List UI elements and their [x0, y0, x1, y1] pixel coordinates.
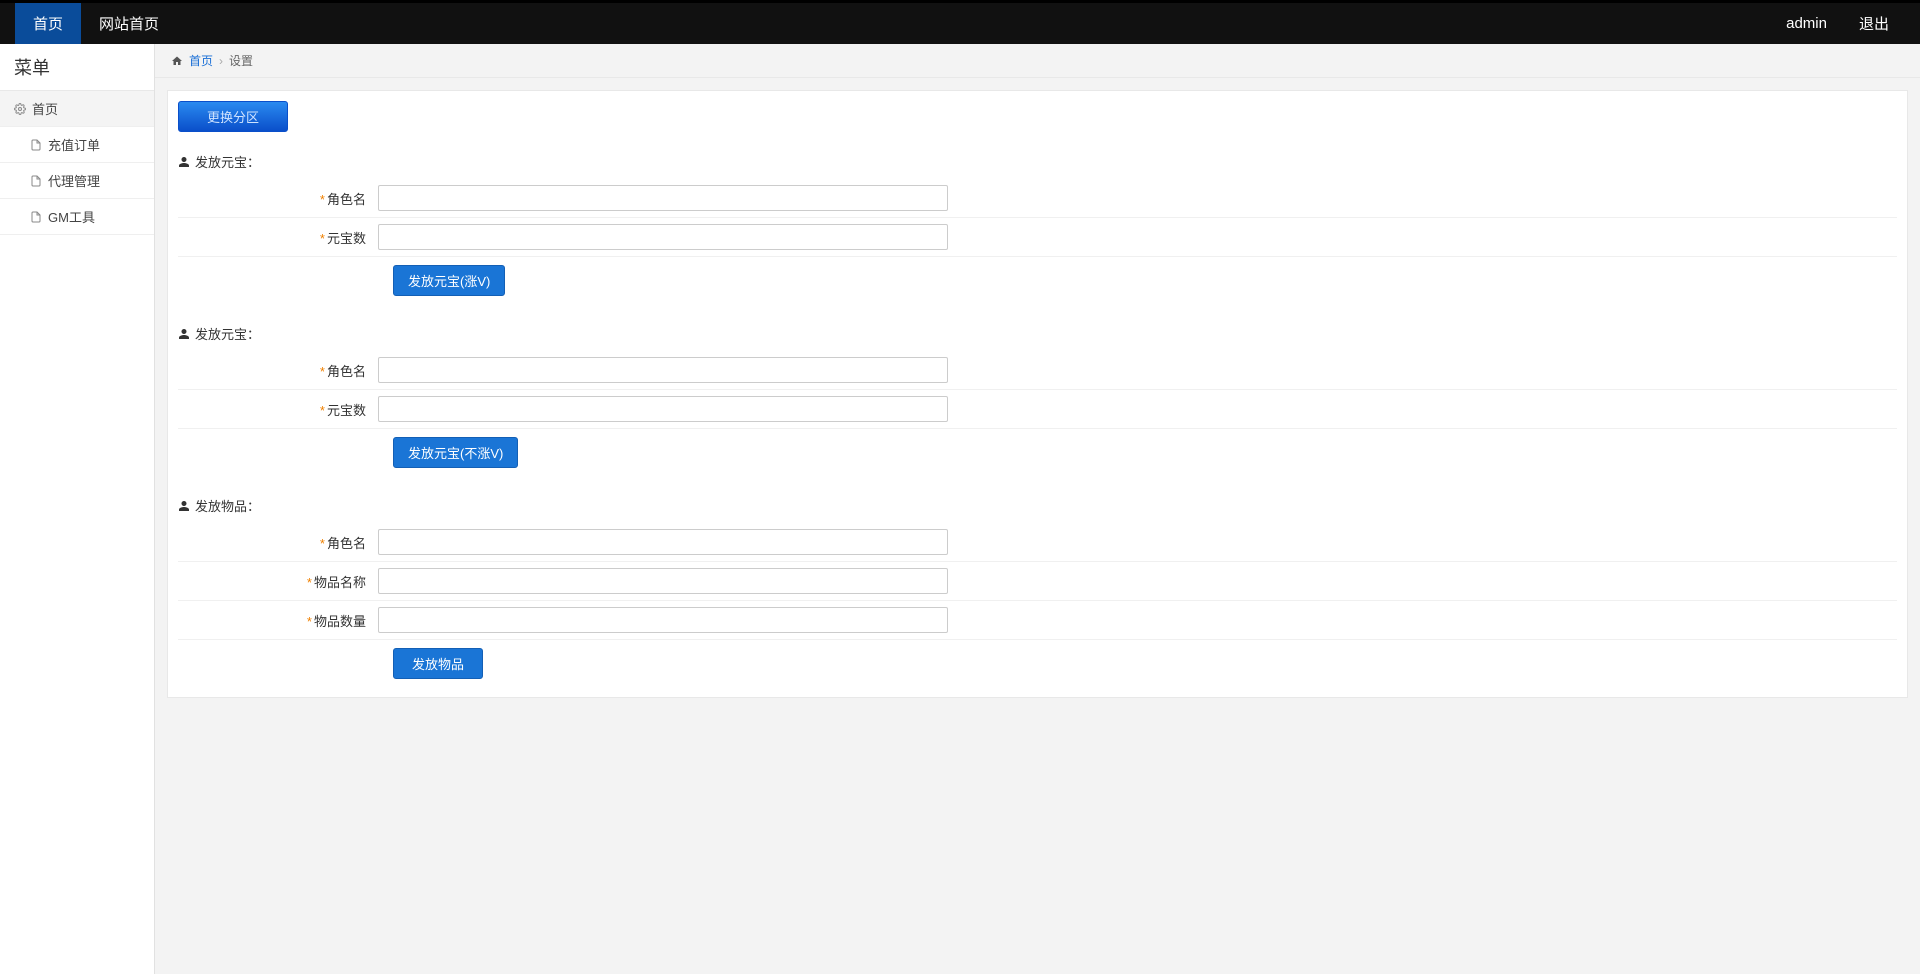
gear-icon [14, 103, 26, 115]
sidebar: 菜单 首页 充值订单 代理管理 GM工具 [0, 44, 155, 974]
action-row: 发放元宝(不涨V) [178, 429, 1897, 476]
section-title: 发放元宝： [178, 324, 1897, 343]
topbar: 首页 网站首页 admin 退出 [0, 0, 1920, 44]
panel: 更换分区 发放元宝： *角色名 *元宝数 [167, 90, 1908, 698]
action-row: 发放元宝(涨V) [178, 257, 1897, 304]
form-label-yuanbao-count: *元宝数 [178, 228, 378, 247]
file-icon [30, 211, 42, 223]
file-icon [30, 139, 42, 151]
form-row: *角色名 [178, 351, 1897, 390]
form-label-item-name: *物品名称 [178, 572, 378, 591]
content: 首页 › 设置 更换分区 发放元宝： *角色名 [155, 44, 1920, 974]
issue-yuanbao-novip-button[interactable]: 发放元宝(不涨V) [393, 437, 518, 468]
sidebar-item-label: 代理管理 [48, 171, 100, 190]
section-issue-yuanbao-vip: 发放元宝： *角色名 *元宝数 发放元宝(涨V) [178, 152, 1897, 304]
section-issue-yuanbao-novip: 发放元宝： *角色名 *元宝数 发放元宝(不涨V) [178, 324, 1897, 476]
form-label-yuanbao-count: *元宝数 [178, 400, 378, 419]
breadcrumb-current: 设置 [229, 52, 253, 69]
input-rolename-1[interactable] [378, 185, 948, 211]
input-yuanbao-1[interactable] [378, 224, 948, 250]
sidebar-item-label: GM工具 [48, 207, 95, 226]
user-icon [178, 156, 190, 168]
logout-link[interactable]: 退出 [1843, 13, 1905, 34]
sidebar-item-home[interactable]: 首页 [0, 91, 154, 127]
panel-wrap: 更换分区 发放元宝： *角色名 *元宝数 [155, 78, 1920, 974]
sidebar-item-label: 首页 [32, 99, 58, 118]
action-row: 发放物品 [178, 640, 1897, 687]
input-item-name[interactable] [378, 568, 948, 594]
sidebar-item-recharge[interactable]: 充值订单 [0, 127, 154, 163]
section-issue-item: 发放物品： *角色名 *物品名称 *物品数量 [178, 496, 1897, 687]
sidebar-title: 菜单 [0, 44, 154, 91]
section-title: 发放物品： [178, 496, 1897, 515]
topbar-right: admin 退出 [1770, 3, 1905, 44]
topbar-left: 首页 网站首页 [15, 3, 177, 44]
form-label-rolename: *角色名 [178, 533, 378, 552]
input-rolename-3[interactable] [378, 529, 948, 555]
form-row: *物品名称 [178, 562, 1897, 601]
change-zone-button[interactable]: 更换分区 [178, 101, 288, 132]
form-label-rolename: *角色名 [178, 361, 378, 380]
form-row: *角色名 [178, 523, 1897, 562]
user-icon [178, 328, 190, 340]
nav-home[interactable]: 首页 [15, 3, 81, 44]
breadcrumb-separator: › [219, 54, 223, 68]
issue-item-button[interactable]: 发放物品 [393, 648, 483, 679]
section-title-text: 发放元宝： [195, 152, 260, 171]
file-icon [30, 175, 42, 187]
section-title-text: 发放元宝： [195, 324, 260, 343]
sidebar-item-gm-tools[interactable]: GM工具 [0, 199, 154, 235]
input-item-qty[interactable] [378, 607, 948, 633]
user-label[interactable]: admin [1770, 15, 1843, 32]
section-title-text: 发放物品： [195, 496, 260, 515]
form-row: *元宝数 [178, 390, 1897, 429]
form-label-item-qty: *物品数量 [178, 611, 378, 630]
form-label-rolename: *角色名 [178, 189, 378, 208]
sidebar-item-label: 充值订单 [48, 135, 100, 154]
form-row: *物品数量 [178, 601, 1897, 640]
user-icon [178, 500, 190, 512]
nav-site-home[interactable]: 网站首页 [81, 3, 177, 44]
breadcrumb: 首页 › 设置 [155, 44, 1920, 78]
form-row: *角色名 [178, 179, 1897, 218]
input-yuanbao-2[interactable] [378, 396, 948, 422]
issue-yuanbao-vip-button[interactable]: 发放元宝(涨V) [393, 265, 505, 296]
sidebar-item-agent[interactable]: 代理管理 [0, 163, 154, 199]
home-icon [171, 55, 183, 67]
section-title: 发放元宝： [178, 152, 1897, 171]
form-row: *元宝数 [178, 218, 1897, 257]
layout: 菜单 首页 充值订单 代理管理 GM工具 [0, 44, 1920, 974]
breadcrumb-home-link[interactable]: 首页 [189, 52, 213, 69]
input-rolename-2[interactable] [378, 357, 948, 383]
